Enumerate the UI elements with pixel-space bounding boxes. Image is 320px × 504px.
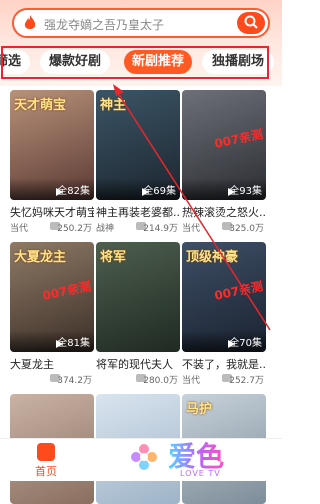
brand-sub: LOVE TV bbox=[180, 469, 221, 478]
nav-home[interactable]: 首页 bbox=[26, 443, 66, 479]
flower-logo-icon bbox=[131, 444, 157, 470]
annotation-arrow bbox=[113, 84, 271, 331]
bottom-nav: 首页 爱色 LOVE TV bbox=[0, 438, 282, 481]
home-icon bbox=[37, 443, 55, 461]
nav-home-label: 首页 bbox=[35, 465, 57, 478]
brand-logo: 爱色 LOVE TV bbox=[128, 439, 248, 481]
